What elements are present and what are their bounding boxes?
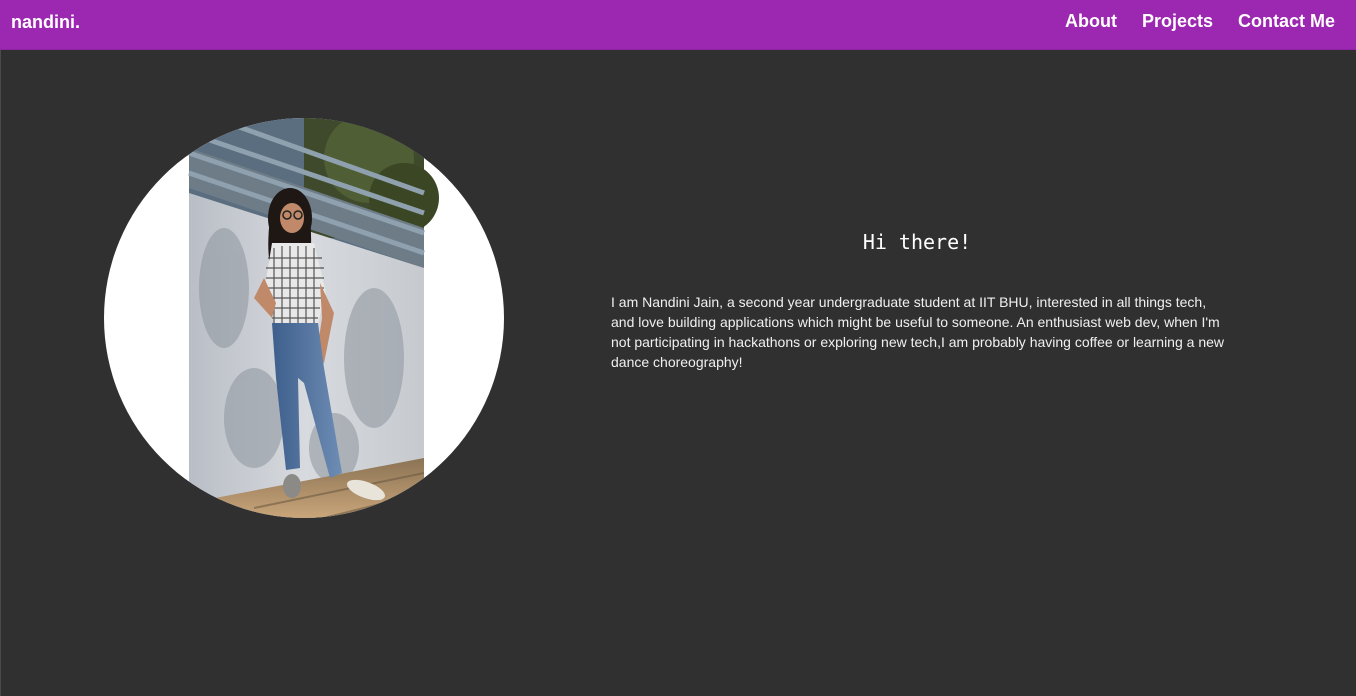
- profile-photo-image: [188, 118, 439, 518]
- page-edge: [0, 50, 1, 696]
- nav-link-about[interactable]: About: [1065, 11, 1117, 32]
- profile-photo: [104, 118, 504, 518]
- brand-logo[interactable]: nandini.: [11, 12, 80, 33]
- bio-paragraph: I am Nandini Jain, a second year undergr…: [611, 294, 1225, 370]
- nav-link-projects[interactable]: Projects: [1142, 11, 1213, 32]
- nav-links: About Projects Contact Me: [1065, 11, 1335, 32]
- nav-link-contact[interactable]: Contact Me: [1238, 11, 1335, 32]
- greeting-heading: Hi there!: [862, 230, 972, 254]
- navbar: nandini. About Projects Contact Me: [0, 0, 1356, 50]
